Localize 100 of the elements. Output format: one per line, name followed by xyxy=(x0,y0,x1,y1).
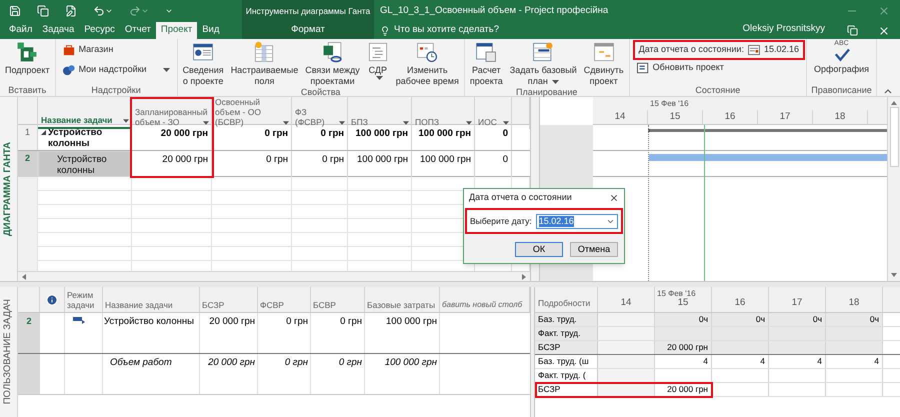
filter-caret-icon[interactable] xyxy=(123,119,129,123)
column-header[interactable]: Название задачи xyxy=(38,97,132,129)
update-project-icon xyxy=(636,62,649,74)
undo-icon[interactable] xyxy=(93,5,105,17)
timescale-label: 15 Фев '16 xyxy=(650,98,689,110)
ribbon-tab[interactable]: Отчет xyxy=(120,22,156,39)
scroll-arrow-icon[interactable] xyxy=(891,273,897,277)
scroll-arrow-icon[interactable] xyxy=(22,274,26,280)
day-label: 15 xyxy=(648,110,703,124)
lightbulb-icon xyxy=(380,26,390,36)
day-label: 17 xyxy=(758,110,813,124)
column-header[interactable]: Название задачи xyxy=(103,287,200,312)
table-cell: 100 000 грн xyxy=(365,313,440,353)
dialog-button[interactable]: Отмена xyxy=(570,242,618,256)
group-label: Вставить xyxy=(8,85,46,96)
filter-caret-icon[interactable] xyxy=(283,121,289,125)
ribbon-tab[interactable]: Вид xyxy=(197,22,224,39)
ribbon-button[interactable]: Магазин xyxy=(58,40,174,60)
filter-caret-icon[interactable] xyxy=(503,121,509,125)
task-name-cell[interactable]: Устройство колонны xyxy=(38,125,132,150)
table-cell: 0 грн xyxy=(311,354,365,394)
vertical-scrollbar[interactable] xyxy=(887,97,900,281)
ribbon-button[interactable]: Задать базовый план xyxy=(508,39,579,87)
column-header[interactable]: ФСВР xyxy=(258,287,311,312)
group-label: Надстройки xyxy=(91,85,141,96)
date-field[interactable]: 15.02.16 xyxy=(536,214,618,228)
timephased-cell: 0ч xyxy=(712,313,769,326)
column-header[interactable]: ИОС xyxy=(475,97,512,129)
dialog-button[interactable]: ОК xyxy=(515,242,563,256)
table-cell: 100 000 грн xyxy=(348,151,412,177)
detail-label: Баз. труд. xyxy=(535,313,598,326)
day-label: 16 xyxy=(703,110,758,124)
ribbon-button[interactable]: Сдвинуть проект xyxy=(582,39,626,87)
caret-icon[interactable] xyxy=(105,7,113,15)
file-edit-icon[interactable] xyxy=(65,5,77,17)
ribbon-button[interactable]: Сведения о проекте xyxy=(180,39,226,87)
table-cell: 0 грн xyxy=(292,151,348,177)
row-number[interactable]: 2 xyxy=(18,151,38,177)
close-icon[interactable] xyxy=(609,193,619,203)
timephased-cell: 0ч xyxy=(655,313,712,326)
scroll-arrow-icon[interactable] xyxy=(522,274,526,280)
save-icon[interactable] xyxy=(9,5,21,17)
task-name: Объем работ xyxy=(103,354,200,394)
status-date-button[interactable]: Дата отчета о состоянии: 15.02.16 xyxy=(634,42,803,58)
close-icon[interactable] xyxy=(878,24,890,36)
table-cell: 0 грн xyxy=(212,151,292,177)
table-cell: 20 000 грн xyxy=(132,151,212,177)
tell-me-field[interactable]: Что вы хотите сделать? xyxy=(380,22,500,39)
redo-icon[interactable] xyxy=(129,5,141,17)
column-header[interactable]: Базовые затраты xyxy=(365,287,440,312)
ribbon-tab[interactable]: Ресурс xyxy=(79,22,120,39)
ribbon-button[interactable]: Связи между проектами xyxy=(303,39,362,87)
filter-caret-icon[interactable] xyxy=(466,121,472,125)
ribbon-tab[interactable]: Формат xyxy=(242,22,374,39)
column-header[interactable]: Режим задачи xyxy=(65,287,103,312)
ribbon-button[interactable]: Мои надстройки xyxy=(58,60,174,80)
collapse-ribbon-icon[interactable] xyxy=(884,89,892,94)
horizontal-scrollbar[interactable] xyxy=(18,271,530,281)
row-number[interactable]: 1 xyxy=(18,125,38,150)
ribbon-tab[interactable]: Задача xyxy=(37,22,80,39)
caret-icon xyxy=(552,80,559,84)
user-name[interactable]: Oleksiy Prosnitskyy xyxy=(742,22,825,39)
filter-caret-icon[interactable] xyxy=(339,121,345,125)
group-label: Правописание xyxy=(811,85,872,96)
group-label: Планирование xyxy=(516,87,578,98)
window-icon[interactable] xyxy=(37,5,49,17)
scrollbar-thumb[interactable] xyxy=(890,107,898,167)
column-header[interactable]: ФЗ (ФСВР) xyxy=(292,97,348,129)
scroll-arrow-icon[interactable] xyxy=(891,101,897,105)
column-header[interactable]: Освоенный объем - ОО (БСВР) xyxy=(212,97,292,129)
ribbon-button[interactable]: Расчет проекта xyxy=(468,39,505,87)
ribbon-button[interactable]: Изменить рабочее время xyxy=(394,39,461,87)
collapse-triangle-icon[interactable] xyxy=(41,130,46,135)
contextual-group-title: Инструменты диаграммы Ганта xyxy=(242,0,374,22)
table-cell: 0 грн xyxy=(258,354,311,394)
ribbon-button[interactable]: Настраиваемые поля xyxy=(228,39,300,87)
timephased-cell: 0ч xyxy=(769,313,826,326)
restore-icon[interactable] xyxy=(847,25,858,36)
task-name-cell[interactable]: Устройство колонны xyxy=(38,151,132,177)
ribbon-button[interactable]: СДР xyxy=(364,39,391,87)
table-cell: 100 000 грн xyxy=(348,125,412,150)
info-icon[interactable] xyxy=(46,294,58,306)
ribbon-button[interactable]: Подпроект xyxy=(3,39,52,85)
column-header[interactable]: ПОПЗ xyxy=(412,97,475,129)
customize-icon[interactable] xyxy=(165,7,173,15)
ribbon-tab[interactable]: Проект xyxy=(156,22,198,39)
filter-caret-icon[interactable] xyxy=(403,121,409,125)
day-label: 14 xyxy=(598,287,655,312)
filter-caret-icon[interactable] xyxy=(203,121,209,125)
view-label: ДИАГРАММА ГАНТА xyxy=(1,142,14,236)
column-header[interactable]: БСВР xyxy=(311,287,365,312)
row-number[interactable]: 2 xyxy=(18,313,40,353)
column-header[interactable]: БСЗР xyxy=(200,287,258,312)
column-header[interactable]: Запланированный объем - ЗО xyxy=(132,97,212,129)
ribbon-button[interactable]: Обновить проект xyxy=(632,58,803,78)
caret-icon xyxy=(162,68,170,72)
ribbon-tab[interactable]: Файл xyxy=(4,22,38,39)
caret-icon xyxy=(376,76,384,80)
timephased-cell xyxy=(598,383,655,396)
column-header[interactable]: БПЗ xyxy=(348,97,412,129)
